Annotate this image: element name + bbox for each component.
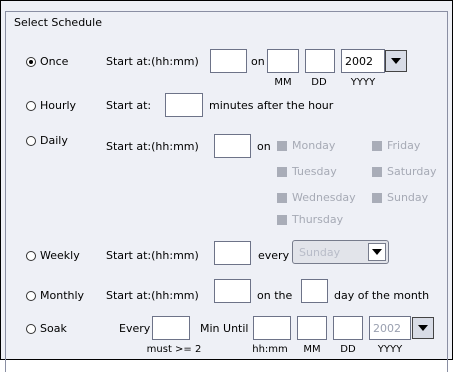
hourly-label: Hourly xyxy=(40,99,77,112)
once-calendar-dropdown-button[interactable] xyxy=(385,50,407,72)
weekly-start-label: Start at:(hh:mm) xyxy=(106,249,199,262)
monthly-time-input[interactable] xyxy=(214,279,251,303)
weekly-day-select[interactable]: Sunday xyxy=(292,240,389,264)
once-on-label: on xyxy=(251,55,265,68)
soak-month-input[interactable] xyxy=(297,316,327,340)
wednesday-label: Wednesday xyxy=(292,191,356,204)
once-label: Once xyxy=(40,55,69,68)
once-start-label: Start at:(hh:mm) xyxy=(106,55,199,68)
soak-mm-hint: MM xyxy=(303,344,321,355)
daily-radio[interactable] xyxy=(26,136,36,146)
hourly-after-label: minutes after the hour xyxy=(209,99,334,112)
wednesday-checkbox[interactable] xyxy=(277,193,287,203)
monthly-start-label: Start at:(hh:mm) xyxy=(106,289,199,302)
saturday-checkbox[interactable] xyxy=(372,167,382,177)
thursday-checkbox[interactable] xyxy=(277,215,287,225)
soak-yyyy-hint: YYYY xyxy=(377,344,403,355)
monthly-on-the-label: on the xyxy=(257,289,293,302)
schedule-panel: Select Schedule Once Start at:(hh:mm) on… xyxy=(0,0,453,372)
hourly-radio[interactable] xyxy=(26,101,36,111)
hourly-start-label: Start at: xyxy=(106,99,152,112)
soak-radio[interactable] xyxy=(26,324,36,334)
monday-checkbox[interactable] xyxy=(277,141,287,151)
monday-label: Monday xyxy=(292,139,336,152)
daily-on-label: on xyxy=(257,140,271,153)
sunday-label: Sunday xyxy=(387,191,429,204)
soak-min-until-label: Min Until xyxy=(200,322,249,335)
soak-year-input[interactable] xyxy=(369,316,411,340)
weekly-label: Weekly xyxy=(40,249,80,262)
once-month-input[interactable] xyxy=(267,49,299,73)
monthly-day-of-month-label: day of the month xyxy=(334,289,430,302)
soak-time-input[interactable] xyxy=(253,316,291,340)
thursday-label: Thursday xyxy=(292,213,344,226)
once-year-input[interactable] xyxy=(341,49,385,73)
saturday-label: Saturday xyxy=(387,165,437,178)
soak-calendar-dropdown-button[interactable] xyxy=(412,317,434,339)
tuesday-checkbox[interactable] xyxy=(277,167,287,177)
daily-start-label: Start at:(hh:mm) xyxy=(106,140,199,153)
daily-label: Daily xyxy=(40,134,68,147)
daily-time-input[interactable] xyxy=(214,134,251,158)
sunday-checkbox[interactable] xyxy=(372,193,382,203)
once-yyyy-hint: YYYY xyxy=(350,77,376,88)
soak-hhmm-hint: hh:mm xyxy=(252,344,288,355)
monthly-label: Monthly xyxy=(40,289,85,302)
soak-every-label: Every xyxy=(119,322,151,335)
friday-label: Friday xyxy=(387,139,421,152)
soak-must-hint: must >= 2 xyxy=(146,344,202,355)
once-radio[interactable] xyxy=(26,57,36,67)
once-time-input[interactable] xyxy=(210,49,247,73)
soak-dd-hint: DD xyxy=(340,344,356,355)
weekly-day-dropdown-arrow[interactable] xyxy=(368,243,386,261)
soak-every-input[interactable] xyxy=(152,316,190,340)
soak-day-input[interactable] xyxy=(333,316,363,340)
weekly-day-value: Sunday xyxy=(299,246,341,259)
monthly-day-input[interactable] xyxy=(301,279,328,303)
monthly-radio[interactable] xyxy=(26,291,36,301)
weekly-every-label: every xyxy=(258,249,290,262)
hourly-minutes-input[interactable] xyxy=(165,93,203,117)
group-title: Select Schedule xyxy=(12,16,104,29)
once-mm-hint: MM xyxy=(274,77,292,88)
friday-checkbox[interactable] xyxy=(372,141,382,151)
weekly-radio[interactable] xyxy=(26,251,36,261)
tuesday-label: Tuesday xyxy=(292,165,337,178)
once-day-input[interactable] xyxy=(305,49,335,73)
once-dd-hint: DD xyxy=(311,77,327,88)
weekly-time-input[interactable] xyxy=(214,241,251,265)
soak-label: Soak xyxy=(40,322,67,335)
